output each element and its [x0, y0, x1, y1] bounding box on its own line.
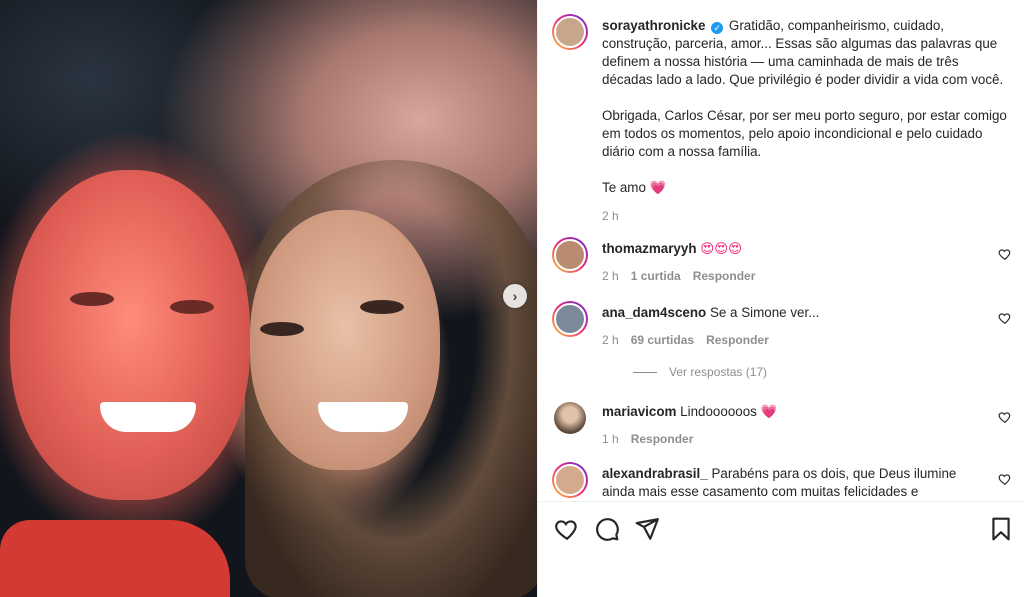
- bookmark-icon[interactable]: [988, 516, 1014, 542]
- view-replies-button[interactable]: Ver respostas (17): [633, 365, 767, 379]
- view-replies-divider: [633, 371, 657, 373]
- comment-meta: 2 h 69 curtidas Responder: [602, 331, 1012, 349]
- caption-meta: 2 h: [602, 207, 1012, 225]
- photo-eye: [70, 292, 114, 306]
- instagram-post: › sorayathronicke ✓ Gratidão, companheir…: [0, 0, 1024, 597]
- comment-like-heart-icon[interactable]: [998, 410, 1012, 424]
- verified-badge-icon: ✓: [711, 22, 724, 34]
- photo-eye: [170, 300, 214, 314]
- caption-time: 2 h: [602, 209, 619, 223]
- photo-eye: [360, 300, 404, 314]
- chevron-right-icon: ›: [512, 288, 518, 304]
- caption-paragraph-2: Obrigada, Carlos César, por ser meu port…: [602, 108, 1007, 159]
- comments-panel: sorayathronicke ✓ Gratidão, companheiris…: [537, 0, 1024, 597]
- heart-emoji: 💗: [760, 404, 778, 419]
- comment-text: 😍😍😍: [700, 241, 743, 256]
- comment-meta: 2 h 1 curtida Responder: [602, 267, 1012, 285]
- comment-likes[interactable]: 69 curtidas: [631, 331, 694, 349]
- reply-button[interactable]: Responder: [631, 430, 694, 448]
- comment-username[interactable]: thomazmaryyh: [602, 241, 697, 256]
- comment-time: 2 h: [602, 269, 619, 283]
- photo-smile: [318, 402, 408, 432]
- caption-text: Te amo: [602, 180, 646, 195]
- photo-shirt: [0, 520, 230, 597]
- post-photo: ›: [0, 0, 537, 597]
- commenter-avatar[interactable]: [552, 400, 588, 436]
- comment-likes[interactable]: 1 curtida: [631, 267, 681, 285]
- commenter-avatar[interactable]: [552, 237, 588, 273]
- photo-smile: [100, 402, 196, 432]
- share-icon[interactable]: [634, 516, 660, 542]
- comment-username[interactable]: ana_dam4sceno: [602, 305, 706, 320]
- commenter-avatar[interactable]: [552, 301, 588, 337]
- post-actions-bar: [538, 501, 1024, 555]
- comment-text: Lindoooooos: [680, 404, 757, 419]
- reply-button[interactable]: Responder: [693, 267, 756, 285]
- reply-button[interactable]: Responder: [706, 331, 769, 349]
- comment-like-heart-icon[interactable]: [998, 247, 1012, 261]
- commenter-avatar[interactable]: [552, 462, 588, 498]
- view-replies-label: Ver respostas (17): [669, 365, 768, 379]
- comments-scroll-area[interactable]: sorayathronicke ✓ Gratidão, companheiris…: [538, 0, 1024, 500]
- comment-meta: 1 h Responder: [602, 430, 1012, 448]
- comment-like-heart-icon[interactable]: [998, 311, 1012, 325]
- heart-icon[interactable]: [554, 516, 580, 542]
- comment-username[interactable]: mariavicom: [602, 404, 676, 419]
- caption-paragraph-3: Te amo 💗: [602, 179, 1012, 197]
- photo-man-face: [10, 170, 250, 500]
- comment-time: 1 h: [602, 432, 619, 446]
- photo-eye: [260, 322, 304, 336]
- author-avatar[interactable]: [552, 14, 588, 50]
- comment-text: Se a Simone ver...: [709, 305, 820, 320]
- heart-emoji: 💗: [649, 180, 667, 195]
- comment-username[interactable]: alexandrabrasil_: [602, 466, 708, 481]
- author-username[interactable]: sorayathronicke: [602, 18, 705, 33]
- comment-like-heart-icon[interactable]: [998, 472, 1012, 486]
- carousel-next-button[interactable]: ›: [503, 284, 527, 308]
- comment-icon[interactable]: [594, 516, 620, 542]
- comment-time: 2 h: [602, 333, 619, 347]
